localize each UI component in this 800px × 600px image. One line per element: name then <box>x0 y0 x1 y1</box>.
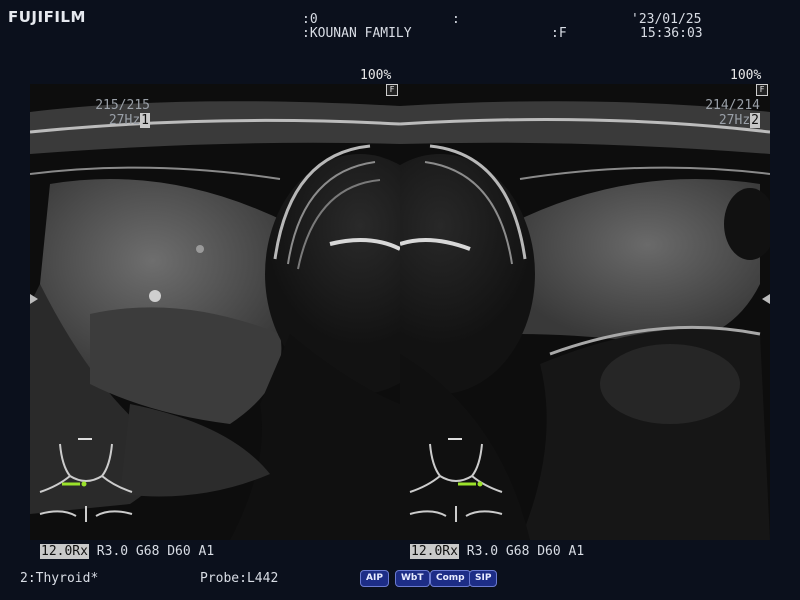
chip-sip[interactable]: SIP <box>469 570 498 587</box>
patient-id: :0 <box>302 12 318 27</box>
frame-rate-row: 27Hz2 <box>680 113 760 128</box>
patient-sex: :F <box>551 26 567 41</box>
frame-rate-row: 27Hz1 <box>70 113 150 128</box>
frame-rate: 27Hz <box>108 113 141 128</box>
params-values: R3.0 G68 D60 A1 <box>88 544 215 559</box>
focus-marker-icon[interactable] <box>30 294 38 304</box>
frame-number: 214/214 <box>705 98 760 113</box>
frame-number: 215/215 <box>95 98 150 113</box>
chip-aip[interactable]: AIP <box>360 570 389 587</box>
f-marker-left: F <box>386 84 398 96</box>
brand-logo: FUJIFILM <box>8 8 86 26</box>
patient-name: :KOUNAN FAMILY <box>302 26 412 41</box>
exam-time: 15:36:03 <box>640 26 703 41</box>
chip-comp[interactable]: Comp <box>430 570 471 587</box>
params-highlight: 12.0Rx <box>410 544 459 559</box>
f-marker-right: F <box>756 84 768 96</box>
exam-preset: 2:Thyroid* <box>20 571 99 586</box>
exam-date: '23/01/25 <box>631 12 702 27</box>
zoom-level-left: 100% <box>360 68 392 83</box>
header-separator: : <box>452 12 460 27</box>
ultrasound-pane-right[interactable]: 100% 214/214 27Hz2 <box>400 84 770 540</box>
neck-bodymark-icon <box>39 438 133 522</box>
frame-rate: 27Hz <box>718 113 751 128</box>
params-highlight: 12.0Rx <box>40 544 89 559</box>
ultrasound-image-area[interactable]: 100% 215/215 27Hz1 <box>30 84 770 540</box>
pane-index-badge: 1 <box>140 113 150 128</box>
ultrasound-pane-left[interactable]: 100% 215/215 27Hz1 <box>30 84 400 540</box>
focus-marker-icon[interactable] <box>762 294 770 304</box>
image-params-left: 12.0Rx R3.0 G68 D60 A1 <box>40 544 214 559</box>
neck-bodymark-icon <box>409 438 503 522</box>
probe-label: Probe:L442 <box>200 571 279 586</box>
chip-wbt[interactable]: WbT <box>395 570 430 587</box>
frame-counter: 215/215 27Hz1 <box>70 98 150 128</box>
params-values: R3.0 G68 D60 A1 <box>458 544 585 559</box>
frame-counter: 214/214 27Hz2 <box>680 98 760 128</box>
pane-index-badge: 2 <box>750 113 760 128</box>
zoom-level-right: 100% <box>730 68 762 83</box>
image-params-right: 12.0Rx R3.0 G68 D60 A1 <box>410 544 584 559</box>
